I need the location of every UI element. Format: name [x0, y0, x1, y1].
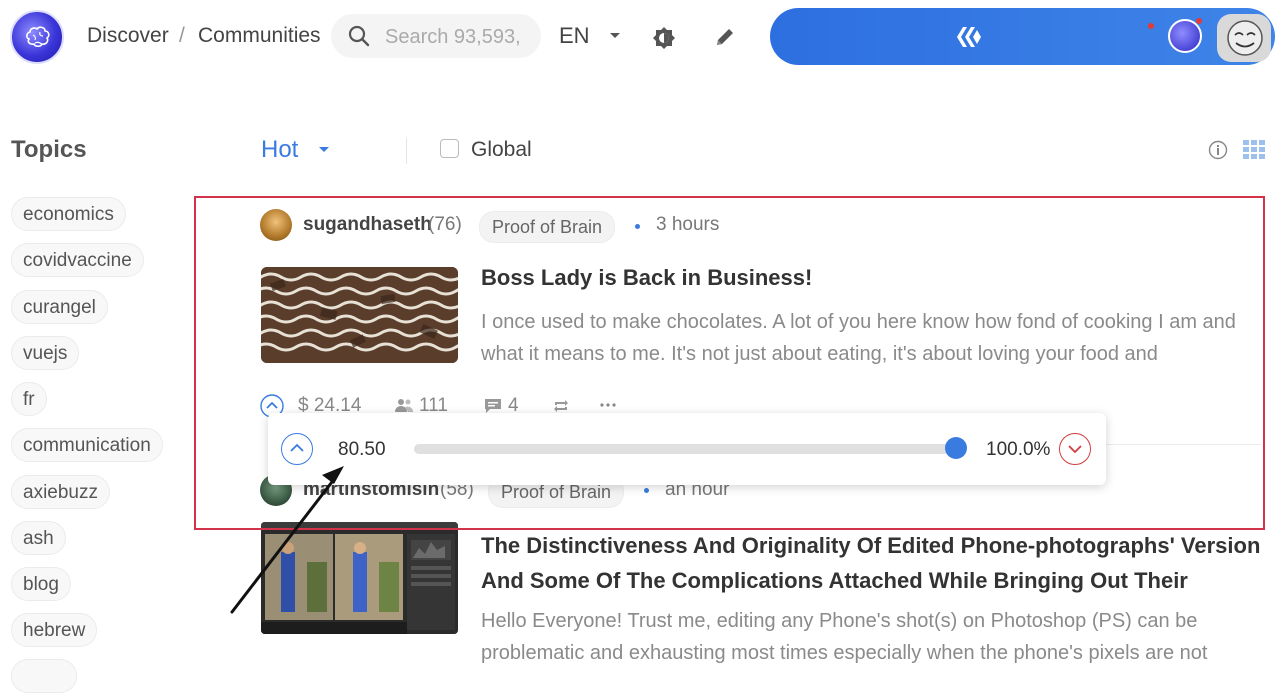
global-label[interactable]: Global: [471, 138, 532, 162]
topic-tag[interactable]: curangel: [11, 290, 108, 324]
global-checkbox[interactable]: [440, 139, 459, 158]
post-title-2[interactable]: The Distinctiveness And Originality Of E…: [481, 528, 1271, 598]
search-icon: [348, 25, 370, 47]
post-thumbnail-2[interactable]: [261, 522, 458, 634]
topic-tag-partial[interactable]: [11, 659, 77, 693]
topic-tag[interactable]: vuejs: [11, 336, 80, 370]
language-selector[interactable]: EN: [559, 23, 590, 49]
breadcrumb-separator: /: [179, 24, 185, 47]
topics-heading: Topics: [11, 136, 87, 163]
breadcrumb-discover[interactable]: Discover: [87, 24, 169, 48]
notification-dot: [1148, 23, 1154, 29]
info-icon[interactable]: [1208, 140, 1228, 160]
user-face-icon: [1227, 20, 1263, 56]
topic-tag[interactable]: axiebuzz: [11, 475, 110, 509]
user-avatar[interactable]: [1217, 14, 1271, 62]
photoshop-screenshot-image: [261, 522, 458, 634]
highlight-box: [194, 196, 1265, 530]
topic-tag[interactable]: communication: [11, 428, 163, 462]
theme-toggle-icon[interactable]: [651, 25, 677, 51]
sort-selector[interactable]: Hot: [261, 136, 298, 164]
breadcrumb-communities[interactable]: Communities: [198, 24, 321, 48]
brain-icon: [26, 26, 50, 48]
pencil-icon[interactable]: [713, 25, 737, 49]
search-box[interactable]: [331, 14, 541, 58]
sort-caret-down-icon[interactable]: [318, 146, 330, 154]
notification-dot-2: [1196, 18, 1202, 24]
topic-tag[interactable]: fr: [11, 382, 47, 416]
grid-view-icon[interactable]: [1243, 140, 1267, 160]
site-logo[interactable]: [10, 10, 64, 64]
hive-logo-icon[interactable]: [955, 25, 983, 49]
topic-tag[interactable]: hebrew: [11, 613, 98, 647]
sort-divider: [406, 138, 407, 164]
topic-tag[interactable]: blog: [11, 567, 71, 601]
topic-tag[interactable]: ash: [11, 521, 66, 555]
community-avatar[interactable]: [1168, 19, 1202, 53]
topic-tag[interactable]: economics: [11, 197, 126, 231]
search-input[interactable]: [383, 24, 537, 50]
caret-down-icon[interactable]: [609, 32, 621, 40]
topic-tag[interactable]: covidvaccine: [11, 243, 144, 277]
post-excerpt-2[interactable]: Hello Everyone! Trust me, editing any Ph…: [481, 605, 1261, 669]
